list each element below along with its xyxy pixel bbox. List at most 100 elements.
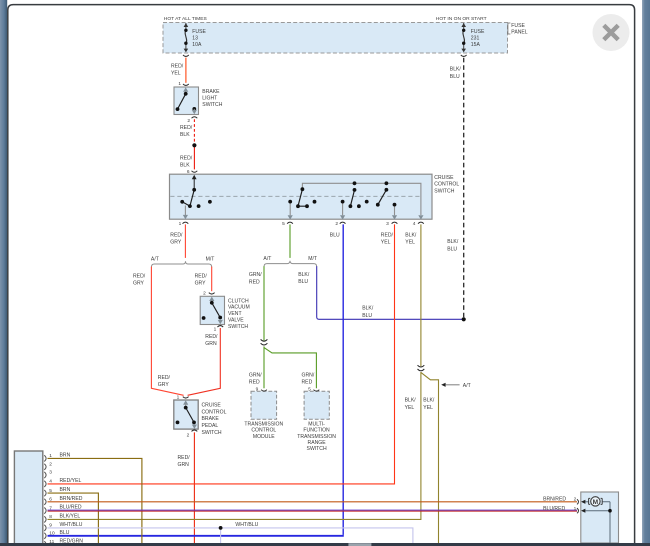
svg-text:RANGE: RANGE [308, 440, 327, 446]
svg-text:2: 2 [203, 290, 206, 296]
svg-text:BLK/: BLK/ [405, 232, 417, 238]
svg-text:GRN: GRN [205, 341, 217, 347]
svg-text:YEL: YEL [171, 71, 181, 77]
svg-text:13: 13 [192, 35, 198, 41]
svg-text:RED/YEL: RED/YEL [60, 478, 82, 484]
svg-text:FUSE: FUSE [192, 29, 206, 35]
svg-text:2: 2 [335, 221, 338, 227]
svg-text:7: 7 [49, 505, 52, 511]
svg-text:BLK/: BLK/ [362, 306, 374, 312]
svg-text:BRN/RED: BRN/RED [60, 496, 83, 502]
svg-text:BLU: BLU [450, 74, 460, 80]
svg-text:RED: RED [249, 280, 260, 286]
svg-text:BLU: BLU [60, 530, 70, 536]
svg-text:RED/: RED/ [205, 334, 218, 340]
svg-text:WHT/BLU: WHT/BLU [60, 522, 83, 528]
svg-text:RED/: RED/ [171, 63, 184, 69]
svg-text:10: 10 [49, 531, 55, 537]
svg-text:GRN: GRN [178, 462, 190, 468]
svg-text:BLK: BLK [180, 163, 190, 169]
svg-text:RED/: RED/ [195, 273, 208, 279]
svg-text:A/T: A/T [263, 256, 271, 262]
svg-text:3: 3 [386, 221, 389, 227]
svg-text:1: 1 [177, 395, 180, 401]
svg-text:231: 231 [471, 35, 480, 41]
svg-text:SWITCH: SWITCH [434, 188, 454, 194]
svg-text:RED: RED [302, 380, 313, 386]
svg-text:RED/: RED/ [180, 156, 193, 162]
svg-text:BLU: BLU [447, 247, 457, 253]
svg-text:BRAKE: BRAKE [202, 89, 220, 95]
svg-text:1: 1 [214, 326, 217, 332]
svg-text:5: 5 [308, 386, 311, 392]
svg-text:FUSE: FUSE [511, 23, 525, 29]
svg-text:1: 1 [574, 506, 577, 512]
svg-text:1: 1 [179, 221, 182, 227]
svg-text:RED/: RED/ [381, 232, 394, 238]
svg-text:10A: 10A [192, 42, 202, 48]
svg-text:1: 1 [49, 453, 52, 459]
svg-text:YEL: YEL [405, 239, 415, 245]
svg-text:MULTI-: MULTI- [308, 421, 325, 427]
svg-text:9: 9 [256, 386, 259, 392]
svg-text:6: 6 [187, 169, 190, 175]
svg-text:RED: RED [249, 380, 260, 386]
svg-text:BRN: BRN [60, 487, 71, 493]
svg-text:CONTROL: CONTROL [251, 428, 276, 434]
svg-text:HOT IN ON OR START: HOT IN ON OR START [436, 16, 487, 22]
svg-text:GRN/: GRN/ [249, 272, 262, 278]
svg-text:BLU: BLU [298, 279, 308, 285]
svg-text:SWITCH: SWITCH [202, 102, 222, 108]
svg-text:BLK/: BLK/ [405, 398, 417, 404]
svg-text:BLK/: BLK/ [298, 272, 310, 278]
svg-text:M/T: M/T [206, 256, 215, 262]
svg-text:YEL: YEL [423, 405, 433, 411]
svg-text:TRANSMISSION: TRANSMISSION [244, 421, 283, 427]
svg-text:FUNCTION: FUNCTION [303, 428, 330, 434]
svg-text:BLK/: BLK/ [423, 398, 435, 404]
svg-text:GRN/: GRN/ [249, 372, 262, 378]
svg-text:9: 9 [49, 523, 52, 529]
svg-text:RED/: RED/ [180, 125, 193, 131]
svg-text:BRN/RED: BRN/RED [543, 496, 566, 502]
svg-text:4: 4 [49, 479, 52, 485]
svg-text:BLU: BLU [362, 313, 372, 319]
svg-text:3: 3 [49, 470, 52, 476]
svg-text:BLK: BLK [180, 132, 190, 138]
svg-text:RED/: RED/ [170, 232, 183, 238]
svg-text:M: M [593, 499, 599, 506]
svg-text:6: 6 [49, 497, 52, 503]
svg-text:M/T: M/T [308, 256, 317, 262]
svg-text:MODULE: MODULE [253, 434, 275, 440]
svg-text:2: 2 [49, 462, 52, 468]
svg-text:VACUUM: VACUUM [228, 305, 250, 311]
svg-text:4: 4 [413, 221, 416, 227]
svg-text:RED/: RED/ [178, 455, 191, 461]
svg-text:GRY: GRY [158, 382, 170, 388]
svg-text:PEDAL: PEDAL [202, 423, 219, 429]
svg-text:2: 2 [187, 432, 190, 438]
svg-text:GRY: GRY [133, 281, 145, 287]
svg-text:BLU/RED: BLU/RED [60, 505, 82, 511]
svg-text:CONTROL: CONTROL [202, 409, 227, 415]
svg-text:5: 5 [49, 488, 52, 494]
svg-text:5: 5 [282, 221, 285, 227]
svg-text:A/T: A/T [151, 256, 159, 262]
svg-text:YEL: YEL [381, 239, 391, 245]
svg-text:15A: 15A [471, 42, 481, 48]
svg-text:RED/: RED/ [158, 375, 171, 381]
svg-text:CLUTCH: CLUTCH [228, 298, 249, 304]
svg-text:BLU: BLU [330, 232, 340, 238]
svg-text:BRN: BRN [60, 453, 71, 459]
svg-text:LIGHT: LIGHT [202, 95, 217, 101]
svg-text:VENT: VENT [228, 311, 242, 317]
svg-text:BLU/RED: BLU/RED [543, 506, 565, 512]
svg-text:GRN/: GRN/ [302, 372, 315, 378]
svg-text:GRY: GRY [170, 239, 182, 245]
svg-text:SWITCH: SWITCH [202, 430, 222, 436]
svg-text:2: 2 [574, 496, 577, 502]
svg-text:A/T: A/T [463, 383, 471, 389]
svg-text:TRANSMISSION: TRANSMISSION [297, 434, 336, 440]
svg-text:1: 1 [178, 81, 181, 87]
svg-text:BLK/YEL: BLK/YEL [60, 514, 81, 520]
